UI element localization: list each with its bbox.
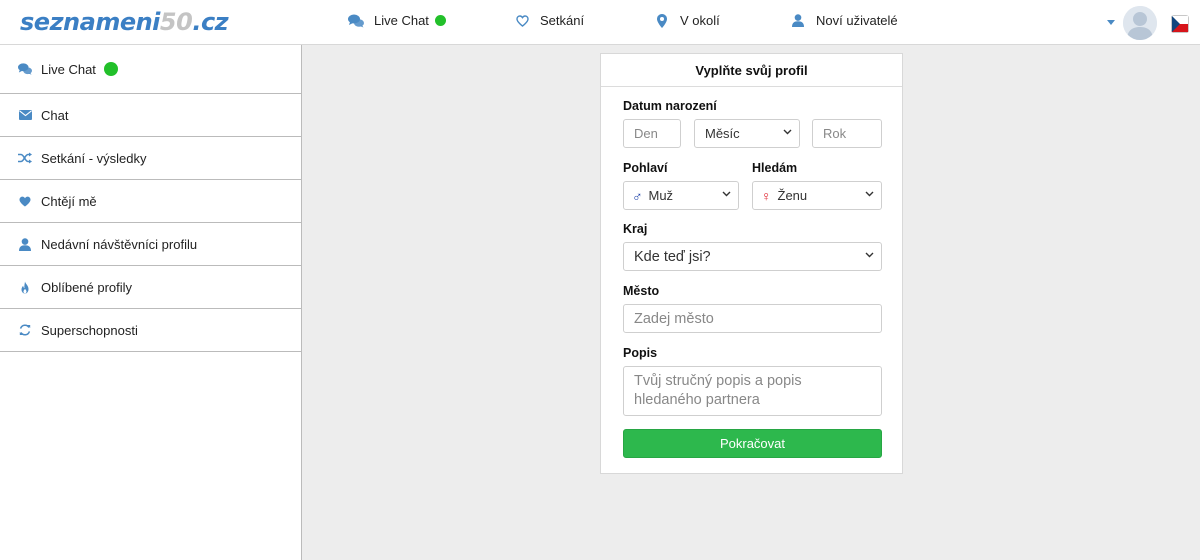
- sidebar-item-label: Chat: [41, 107, 69, 123]
- seeking-select[interactable]: ♀ Ženu: [752, 181, 882, 210]
- city-input[interactable]: Zadej město: [623, 304, 882, 333]
- seeking-label: Hledám: [752, 161, 798, 175]
- fire-icon: [18, 281, 32, 294]
- sidebar-item-chteji-me[interactable]: Chtějí mě: [0, 180, 301, 223]
- sidebar-item-label: Setkání - výsledky: [41, 150, 147, 166]
- nav-live-chat[interactable]: Live Chat: [348, 13, 446, 28]
- refresh-icon: [18, 324, 32, 336]
- birth-day-placeholder: Den: [634, 126, 658, 141]
- nav-setkani[interactable]: Setkání: [514, 13, 584, 28]
- profile-form-card: Vyplňte svůj profil Datum narození Den M…: [600, 53, 903, 474]
- sidebar-item-live-chat[interactable]: Live Chat: [0, 45, 301, 94]
- user-menu-caret-icon[interactable]: [1107, 20, 1115, 25]
- gender-value: Muž: [648, 188, 674, 203]
- region-select[interactable]: Kde teď jsi?: [623, 242, 882, 271]
- description-label: Popis: [623, 346, 658, 360]
- sidebar-item-setkani-vysledky[interactable]: Setkání - výsledky: [0, 137, 301, 180]
- sidebar-item-label: Oblíbené profily: [41, 279, 133, 295]
- birth-month-select[interactable]: Měsíc: [694, 119, 800, 148]
- female-symbol-icon: ♀: [761, 187, 772, 204]
- heart-icon: [18, 196, 32, 207]
- nav-setkani-label: Setkání: [540, 13, 585, 28]
- user-icon: [790, 14, 806, 27]
- sidebar-item-label: Chtějí mě: [41, 193, 97, 209]
- city-placeholder: Zadej město: [634, 310, 714, 327]
- avatar[interactable]: [1123, 6, 1157, 40]
- birth-day-input[interactable]: Den: [623, 119, 681, 148]
- logo-text-2: 50: [159, 8, 193, 36]
- envelope-icon: [18, 110, 32, 120]
- chevron-down-icon: [783, 129, 792, 135]
- nav-v-okoli-label: V okolí: [680, 13, 720, 28]
- sidebar: Live Chat Chat Setkání - výsledky Chtějí…: [0, 45, 302, 560]
- chevron-down-icon: [722, 191, 731, 197]
- sidebar-item-chat[interactable]: Chat: [0, 94, 301, 137]
- city-label: Město: [623, 284, 660, 298]
- seeking-value: Ženu: [777, 188, 808, 203]
- top-bar: seznameni50.cz Live Chat Setkání V okolí…: [0, 0, 1200, 45]
- chat-bubbles-icon: [348, 14, 364, 28]
- sidebar-item-label: Nedávní návštěvníci profilu: [41, 236, 198, 252]
- online-indicator: [434, 15, 446, 26]
- heart-icon: [514, 14, 530, 27]
- chat-bubbles-icon: [18, 62, 32, 76]
- czech-flag-icon[interactable]: [1171, 15, 1189, 33]
- site-logo[interactable]: seznameni50.cz: [20, 8, 229, 36]
- form-title: Vyplňte svůj profil: [601, 54, 902, 87]
- continue-button[interactable]: Pokračovat: [623, 429, 882, 458]
- sidebar-item-oblibene-profily[interactable]: Oblíbené profily: [0, 266, 301, 309]
- description-placeholder: Tvůj stručný popis a popis hledaného par…: [634, 373, 802, 408]
- region-label: Kraj: [623, 222, 648, 236]
- shuffle-icon: [18, 152, 32, 164]
- online-indicator: [103, 62, 118, 76]
- logo-text-3: .cz: [192, 8, 229, 36]
- logo-text-1: seznameni: [20, 8, 160, 36]
- nav-novi-uzivatele-label: Noví uživatelé: [816, 13, 898, 28]
- chevron-down-icon: [865, 252, 874, 258]
- nav-novi-uzivatele[interactable]: Noví uživatelé: [790, 13, 898, 28]
- chevron-down-icon: [865, 191, 874, 197]
- birth-year-input[interactable]: Rok: [812, 119, 882, 148]
- sidebar-item-superschopnosti[interactable]: Superschopnosti: [0, 309, 301, 352]
- sidebar-item-label: Live Chat: [41, 61, 96, 77]
- sidebar-item-label: Superschopnosti: [41, 322, 138, 338]
- birth-date-label: Datum narození: [623, 99, 717, 113]
- nav-live-chat-label: Live Chat: [374, 13, 429, 28]
- gender-label: Pohlaví: [623, 161, 668, 175]
- male-symbol-icon: ♂: [632, 187, 643, 204]
- map-marker-icon: [654, 13, 670, 28]
- user-icon: [18, 237, 32, 251]
- birth-year-placeholder: Rok: [823, 126, 847, 141]
- nav-v-okoli[interactable]: V okolí: [654, 13, 720, 28]
- sidebar-item-nedavni-navstevnici[interactable]: Nedávní návštěvníci profilu: [0, 223, 301, 266]
- region-value: Kde teď jsi?: [634, 248, 711, 265]
- birth-month-value: Měsíc: [705, 126, 740, 141]
- gender-select[interactable]: ♂ Muž: [623, 181, 739, 210]
- description-textarea[interactable]: Tvůj stručný popis a popis hledaného par…: [623, 366, 882, 416]
